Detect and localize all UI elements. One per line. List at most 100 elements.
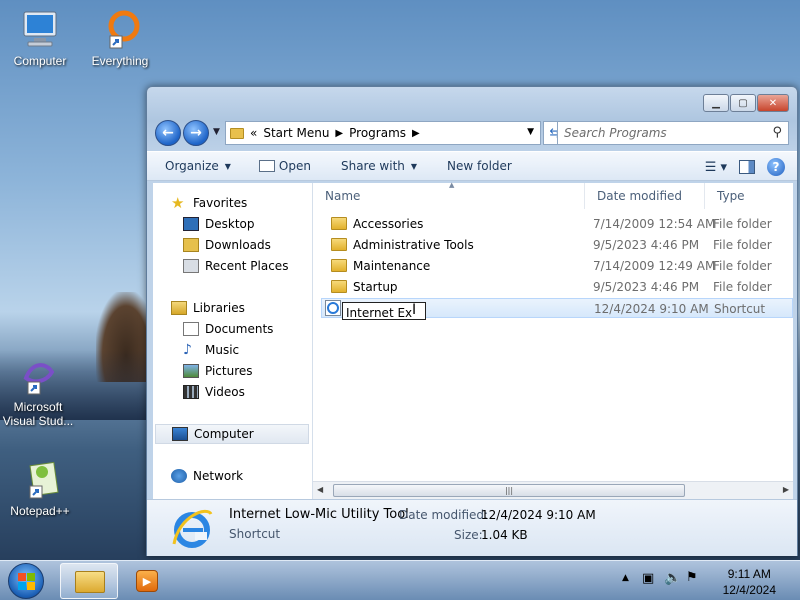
breadcrumb-programs[interactable]: Programs [349, 126, 406, 140]
taskbar-media-player-button[interactable]: ▶ [124, 563, 174, 599]
network-icon [171, 469, 187, 483]
column-label: Name [325, 189, 361, 203]
chevron-down-icon: ▼ [410, 161, 418, 171]
share-with-button[interactable]: Share with ▼ [341, 159, 417, 173]
pictures-icon [183, 364, 199, 378]
organize-button[interactable]: Organize ▼ [165, 159, 231, 173]
scrollbar-thumb[interactable]: ||| [333, 484, 685, 497]
file-date: 9/5/2023 4:46 PM [593, 280, 700, 294]
shortcut-ie-icon [325, 300, 341, 316]
folder-icon [331, 217, 347, 230]
search-input[interactable]: Search Programs ⚲ [557, 121, 789, 145]
toolbar-right: ☰ ▾ ? [693, 158, 785, 176]
music-icon: ♪ [183, 342, 192, 358]
file-row-maintenance[interactable]: Maintenance 7/14/2009 12:49 AM File fold… [323, 256, 791, 276]
desktop-icon [183, 217, 199, 231]
desktop-icon-label: Microsoft Visual Stud... [2, 400, 74, 428]
clock-date: 12/4/2024 [722, 583, 776, 597]
file-name: Administrative Tools [353, 238, 474, 252]
media-player-icon: ▶ [136, 570, 158, 592]
nav-favorites[interactable]: ★ Favorites [171, 193, 331, 213]
file-type: File folder [713, 280, 772, 294]
minimize-button[interactable]: ▁ [703, 94, 729, 112]
desktop-icon-label: Computer [13, 54, 67, 68]
recent-places-icon [183, 259, 199, 273]
file-date: 9/5/2023 4:46 PM [593, 238, 700, 252]
desktop-icon-label: Everything [91, 54, 149, 68]
scroll-right-icon[interactable]: ▶ [783, 485, 789, 494]
details-date-value: 12/4/2024 9:10 AM [481, 508, 596, 522]
open-button[interactable]: Open [258, 159, 311, 173]
column-label: Type [717, 189, 745, 203]
desktop-icon-everything[interactable]: Everything [82, 8, 158, 68]
column-header-name[interactable]: Name ▲ [313, 181, 585, 209]
file-row-administrative-tools[interactable]: Administrative Tools 9/5/2023 4:46 PM Fi… [323, 235, 791, 255]
caption-buttons: ▁ ▢ ✕ [702, 94, 789, 112]
nav-computer[interactable]: Computer [155, 424, 309, 444]
nav-label: Computer [194, 427, 254, 441]
sort-ascending-icon: ▲ [449, 181, 455, 189]
column-label: Date modified [597, 189, 683, 203]
forward-button[interactable]: → [183, 120, 209, 146]
clock[interactable]: 9:11 AM 12/4/2024 [723, 566, 776, 598]
navigation-bar: ← → ▼ « Start Menu ▶ Programs ▶ ▼ ⇆ Sear… [155, 119, 789, 147]
forward-arrow-icon: → [190, 125, 202, 141]
close-button[interactable]: ✕ [757, 94, 789, 112]
file-row-accessories[interactable]: Accessories 7/14/2009 12:54 AM File fold… [323, 214, 791, 234]
nav-label: Recent Places [205, 259, 289, 273]
address-dropdown-icon[interactable]: ▼ [527, 127, 534, 137]
details-size-value: 1.04 KB [481, 528, 528, 542]
file-type: File folder [713, 217, 772, 231]
nav-network[interactable]: Network [171, 466, 331, 486]
help-icon[interactable]: ? [767, 158, 785, 176]
nav-libraries[interactable]: Libraries [171, 298, 331, 318]
desktop-icon-visual-studio[interactable]: Microsoft Visual Stud... [0, 354, 76, 428]
column-header-date-modified[interactable]: Date modified [585, 183, 705, 209]
back-arrow-icon: ← [162, 125, 174, 141]
recent-pages-dropdown[interactable]: ▼ [213, 127, 220, 137]
details-file-name: Internet Low-Mic Utility Tool [229, 507, 409, 522]
new-folder-label: New folder [447, 159, 512, 173]
computer-icon [18, 8, 62, 52]
breadcrumb-chevron-icon[interactable]: ▶ [412, 128, 420, 139]
visual-studio-icon [16, 354, 60, 398]
file-row-startup[interactable]: Startup 9/5/2023 4:46 PM File folder [323, 277, 791, 297]
nav-label: Documents [205, 322, 274, 336]
address-bar[interactable]: « Start Menu ▶ Programs ▶ ▼ [225, 121, 541, 145]
network-status-icon[interactable]: ▣ [642, 571, 654, 586]
maximize-button[interactable]: ▢ [730, 94, 756, 112]
scroll-left-icon[interactable]: ◀ [317, 485, 323, 494]
notepadpp-icon [18, 458, 62, 502]
nav-label: Pictures [205, 364, 253, 378]
file-list: Name ▲ Date modified Type Accessories 7/… [313, 181, 793, 499]
file-name: Startup [353, 280, 398, 294]
new-folder-button[interactable]: New folder [447, 159, 512, 173]
action-center-flag-icon[interactable]: ⚑ [686, 570, 698, 585]
file-explorer-icon [75, 571, 105, 593]
column-header-type[interactable]: Type [705, 183, 793, 209]
nav-label: Network [193, 469, 244, 483]
back-button[interactable]: ← [155, 120, 181, 146]
volume-icon[interactable]: 🔈 [664, 570, 681, 586]
videos-icon [183, 385, 199, 399]
desktop-icon-notepadpp[interactable]: Notepad++ [2, 458, 78, 518]
file-type: File folder [713, 238, 772, 252]
taskbar-explorer-button[interactable] [60, 563, 118, 599]
breadcrumb-chevron-icon[interactable]: ▶ [335, 128, 343, 139]
share-with-label: Share with [340, 159, 405, 173]
file-row-internet-explorer-shortcut[interactable]: Internet Ex I 12/4/2024 9:10 AM Shortcut [321, 298, 793, 320]
clock-time: 9:11 AM [727, 567, 771, 581]
desktop-icon-computer[interactable]: Computer [2, 8, 78, 68]
breadcrumb-overflow[interactable]: « [250, 126, 257, 140]
breadcrumb-start-menu[interactable]: Start Menu [263, 126, 329, 140]
start-button[interactable] [8, 563, 44, 599]
show-hidden-icons-icon[interactable]: ▲ [622, 573, 629, 583]
view-options-icon[interactable]: ☰ ▾ [705, 160, 727, 175]
computer-icon [172, 427, 188, 441]
desktop-icon-label: Notepad++ [10, 504, 70, 518]
nav-label: Downloads [205, 238, 271, 252]
search-icon[interactable]: ⚲ [772, 125, 782, 140]
file-type: Shortcut [714, 302, 766, 316]
preview-pane-icon[interactable] [739, 160, 755, 174]
horizontal-scrollbar[interactable]: ◀ ||| ▶ [313, 481, 793, 499]
